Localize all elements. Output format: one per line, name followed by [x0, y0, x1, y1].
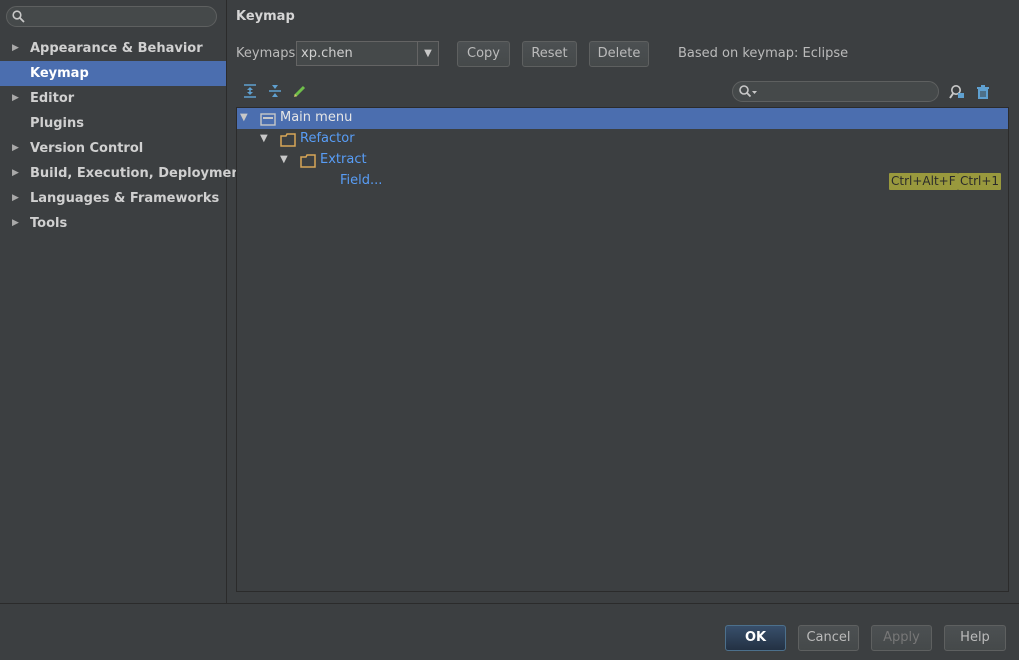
sidebar-item-version-control[interactable]: ▶ Version Control — [0, 136, 226, 161]
sidebar-item-build-execution-deployment[interactable]: ▶ Build, Execution, Deployment — [0, 161, 247, 186]
sidebar-item-plugins[interactable]: Plugins — [0, 111, 226, 136]
expand-arrow-icon[interactable]: ▶ — [12, 211, 19, 236]
delete-button[interactable]: Delete — [589, 41, 649, 67]
sidebar-item-editor[interactable]: ▶ Editor — [0, 86, 226, 111]
keymap-select-value: xp.chen — [301, 46, 353, 61]
sidebar-item-label: Build, Execution, Deployment — [30, 166, 247, 181]
tree-node-label: Extract — [320, 152, 367, 167]
tree-node-main-menu[interactable]: ▼ Main menu — [237, 108, 1008, 129]
tree-node-refactor[interactable]: ▼ Refactor — [237, 129, 1008, 150]
expand-arrow-icon[interactable]: ▶ — [12, 86, 19, 111]
reset-button[interactable]: Reset — [522, 41, 577, 67]
tree-node-label: Main menu — [280, 110, 353, 125]
page-title: Keymap — [236, 9, 295, 24]
sidebar-item-label: Languages & Frameworks — [30, 191, 220, 206]
find-by-shortcut-icon[interactable] — [949, 84, 965, 100]
settings-nav: ▶ Appearance & Behavior Keymap ▶ Editor … — [0, 36, 247, 236]
edit-shortcut-icon[interactable] — [292, 83, 308, 99]
folder-icon — [280, 133, 296, 151]
keymap-panel: Keymap Keymaps: xp.chen ▼ Copy Reset Del… — [227, 0, 1019, 603]
collapse-arrow-icon[interactable]: ▼ — [240, 112, 248, 123]
expand-arrow-icon[interactable]: ▶ — [12, 36, 19, 61]
cancel-button[interactable]: Cancel — [798, 625, 859, 651]
tree-node-label: Refactor — [300, 131, 355, 146]
collapse-all-icon[interactable] — [267, 83, 283, 99]
chevron-down-icon[interactable]: ▼ — [417, 42, 438, 65]
keymap-select[interactable]: xp.chen ▼ — [296, 41, 439, 66]
folder-icon — [300, 154, 316, 172]
shortcut-filter-input[interactable] — [763, 84, 928, 99]
tree-node-extract[interactable]: ▼ Extract — [237, 150, 1008, 171]
sidebar-item-label: Version Control — [30, 141, 144, 156]
expand-arrow-icon[interactable]: ▶ — [12, 136, 19, 161]
keymaps-label: Keymaps: — [236, 46, 300, 61]
ok-button[interactable]: OK — [725, 625, 786, 651]
expand-all-icon[interactable] — [242, 83, 258, 99]
settings-sidebar: ▶ Appearance & Behavior Keymap ▶ Editor … — [0, 0, 247, 603]
sidebar-item-tools[interactable]: ▶ Tools — [0, 211, 226, 236]
settings-search-input[interactable] — [29, 9, 209, 24]
shortcut-filter-field[interactable] — [732, 81, 939, 102]
sidebar-item-label: Plugins — [30, 116, 84, 131]
help-button[interactable]: Help — [944, 625, 1006, 651]
trash-icon[interactable] — [975, 84, 991, 100]
collapse-arrow-icon[interactable]: ▼ — [280, 154, 288, 165]
settings-search-field[interactable] — [6, 6, 217, 27]
copy-button[interactable]: Copy — [457, 41, 510, 67]
tree-node-field[interactable]: Field... Ctrl+Alt+F Ctrl+1 — [237, 171, 1008, 192]
sidebar-item-label: Editor — [30, 91, 75, 106]
expand-arrow-icon[interactable]: ▶ — [12, 186, 19, 211]
menu-folder-icon — [260, 112, 276, 130]
tree-node-label: Field... — [340, 173, 383, 188]
search-dropdown-icon[interactable] — [738, 84, 760, 103]
expand-arrow-icon[interactable]: ▶ — [12, 161, 19, 186]
sidebar-item-keymap[interactable]: Keymap — [0, 61, 226, 86]
apply-button[interactable]: Apply — [871, 625, 932, 651]
sidebar-item-appearance-behavior[interactable]: ▶ Appearance & Behavior — [0, 36, 226, 61]
sidebar-item-label: Tools — [30, 216, 68, 231]
sidebar-item-label: Appearance & Behavior — [30, 41, 203, 56]
dialog-footer: OK Cancel Apply Help — [0, 604, 1019, 660]
search-icon — [12, 10, 25, 27]
shortcut-badge: Ctrl+1 — [958, 173, 1002, 190]
collapse-arrow-icon[interactable]: ▼ — [260, 133, 268, 144]
based-on-keymap-text: Based on keymap: Eclipse — [678, 46, 849, 61]
sidebar-item-languages-frameworks[interactable]: ▶ Languages & Frameworks — [0, 186, 226, 211]
keymap-action-tree: ▼ Main menu ▼ Refactor ▼ Extract Field..… — [236, 107, 1009, 592]
sidebar-item-label: Keymap — [30, 66, 89, 81]
shortcut-badge: Ctrl+Alt+F — [889, 173, 958, 190]
